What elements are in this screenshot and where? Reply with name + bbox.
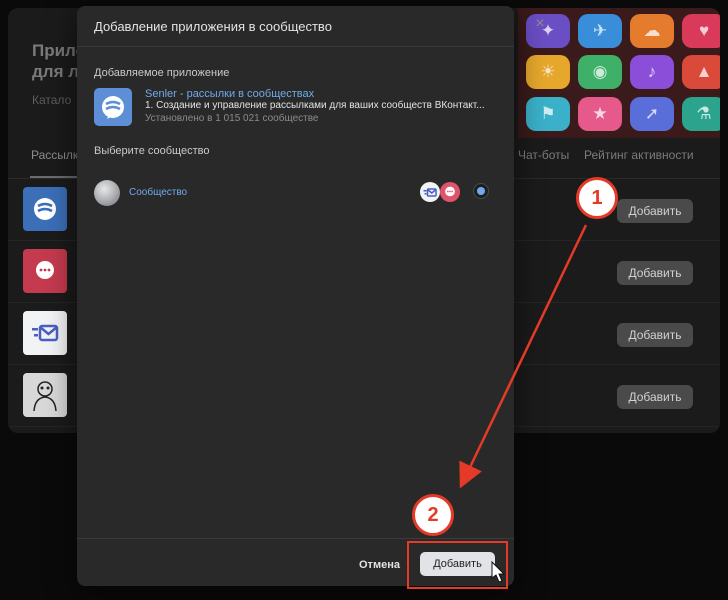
step-1-callout: 1 bbox=[576, 177, 618, 219]
annotation-arrows bbox=[459, 224, 588, 583]
step-2-callout: 2 bbox=[412, 494, 454, 536]
add-button-highlight bbox=[407, 541, 508, 589]
annotation-arrow bbox=[459, 224, 588, 489]
